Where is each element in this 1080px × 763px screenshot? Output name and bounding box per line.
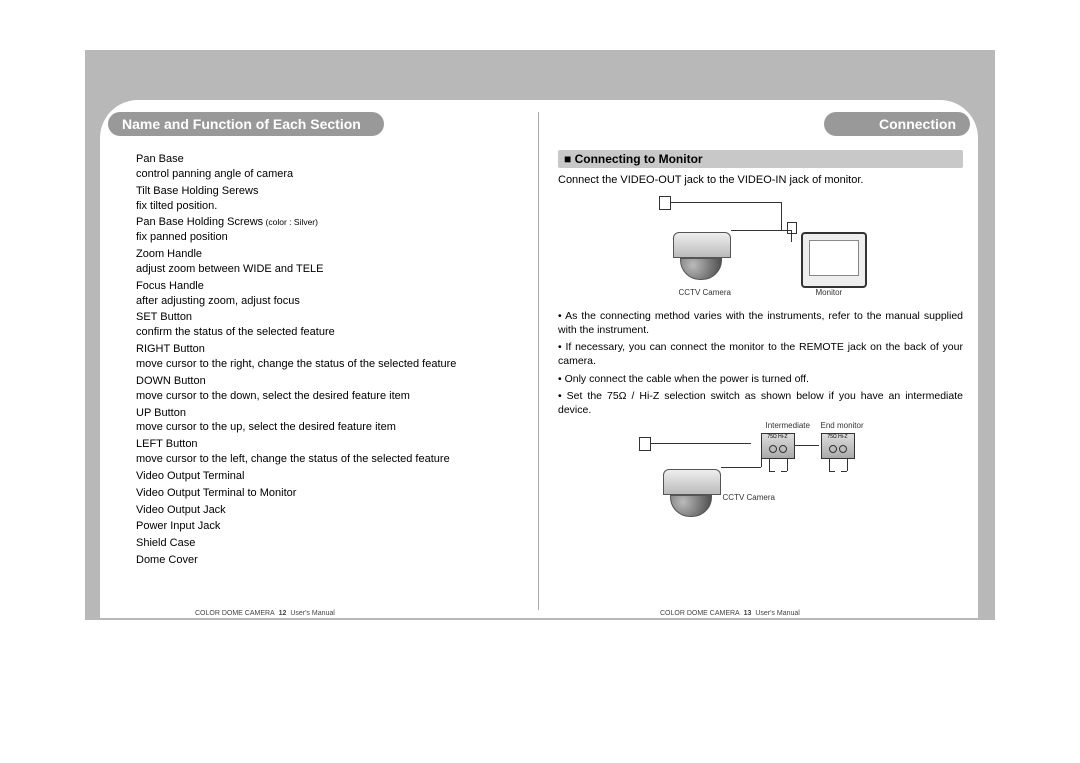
definition-desc: fix panned position bbox=[136, 230, 526, 245]
definition-term: Video Output Jack bbox=[136, 503, 526, 518]
label-intermediate: Intermediate bbox=[766, 421, 810, 430]
footer-page-right: 13 bbox=[744, 610, 752, 617]
left-column: Pan Basecontrol panning angle of camera T… bbox=[136, 150, 526, 568]
definition-term: Video Output Terminal bbox=[136, 469, 526, 484]
note-item: • Set the 75Ω / Hi-Z selection switch as… bbox=[558, 390, 963, 417]
connector-icon bbox=[787, 222, 797, 234]
note-item: • Only connect the cable when the power … bbox=[558, 373, 963, 387]
end-device-icon: 75Ω Hi-Z bbox=[821, 433, 855, 459]
page-divider bbox=[538, 112, 539, 610]
definition-term: Pan Base Holding Screws (color : Silver) bbox=[136, 215, 526, 230]
plug-icon bbox=[639, 437, 651, 451]
definition-term: LEFT Button bbox=[136, 437, 526, 452]
section-header-right-text: Connection bbox=[879, 116, 956, 132]
page-content: Name and Function of Each Section Connec… bbox=[100, 100, 978, 618]
dome-camera-icon bbox=[663, 469, 719, 517]
diagram-intermediate-device: Intermediate End monitor 75Ω Hi-Z 75Ω Hi… bbox=[631, 421, 891, 531]
intro-text: Connect the VIDEO-OUT jack to the VIDEO-… bbox=[558, 174, 963, 186]
diagram-monitor-connection: CCTV Camera Monitor bbox=[631, 192, 891, 302]
label-end-monitor: End monitor bbox=[821, 421, 864, 430]
definition-desc: fix tilted position. bbox=[136, 199, 526, 214]
definition-term: Tilt Base Holding Serews bbox=[136, 184, 526, 199]
notes-list: • As the connecting method varies with t… bbox=[558, 310, 963, 417]
definition-term: Power Input Jack bbox=[136, 519, 526, 534]
footer-page-left: 12 bbox=[279, 610, 287, 617]
label-monitor: Monitor bbox=[816, 288, 843, 297]
section-header-left-text: Name and Function of Each Section bbox=[122, 116, 361, 132]
note-item: • As the connecting method varies with t… bbox=[558, 310, 963, 337]
right-column: Connecting to Monitor Connect the VIDEO-… bbox=[558, 150, 963, 531]
definition-desc: move cursor to the up, select the desire… bbox=[136, 420, 526, 435]
intermediate-device-icon: 75Ω Hi-Z bbox=[761, 433, 795, 459]
monitor-icon bbox=[801, 232, 867, 288]
definition-desc: control panning angle of camera bbox=[136, 167, 526, 182]
definition-term: RIGHT Button bbox=[136, 342, 526, 357]
definition-term: Dome Cover bbox=[136, 553, 526, 568]
definition-term: Focus Handle bbox=[136, 279, 526, 294]
label-cctv-2: CCTV Camera bbox=[723, 493, 775, 502]
label-cctv: CCTV Camera bbox=[679, 288, 731, 297]
definition-term: DOWN Button bbox=[136, 374, 526, 389]
definition-desc: adjust zoom between WIDE and TELE bbox=[136, 262, 526, 277]
definition-desc: after adjusting zoom, adjust focus bbox=[136, 294, 526, 309]
definition-desc: move cursor to the down, select the desi… bbox=[136, 389, 526, 404]
subsection-header-text: Connecting to Monitor bbox=[575, 152, 703, 166]
footer-suffix: User's Manual bbox=[290, 610, 335, 617]
definition-term: Zoom Handle bbox=[136, 247, 526, 262]
footer-product-r: COLOR DOME CAMERA bbox=[660, 610, 740, 617]
footer-suffix-r: User's Manual bbox=[755, 610, 800, 617]
page-background: Name and Function of Each Section Connec… bbox=[85, 50, 995, 620]
definition-term: Pan Base bbox=[136, 152, 526, 167]
definition-term: SET Button bbox=[136, 310, 526, 325]
definition-term: UP Button bbox=[136, 406, 526, 421]
definition-desc: move cursor to the right, change the sta… bbox=[136, 357, 526, 372]
dome-camera-icon bbox=[673, 232, 729, 280]
definition-term: Shield Case bbox=[136, 536, 526, 551]
subsection-header: Connecting to Monitor bbox=[558, 150, 963, 168]
footer-product: COLOR DOME CAMERA bbox=[195, 610, 275, 617]
definition-desc: confirm the status of the selected featu… bbox=[136, 325, 526, 340]
plug-icon bbox=[659, 196, 671, 210]
section-header-right: Connection bbox=[824, 112, 970, 136]
section-header-left: Name and Function of Each Section bbox=[108, 112, 384, 136]
note-item: • If necessary, you can connect the moni… bbox=[558, 341, 963, 368]
definition-desc: move cursor to the left, change the stat… bbox=[136, 452, 526, 467]
definition-term: Video Output Terminal to Monitor bbox=[136, 486, 526, 501]
